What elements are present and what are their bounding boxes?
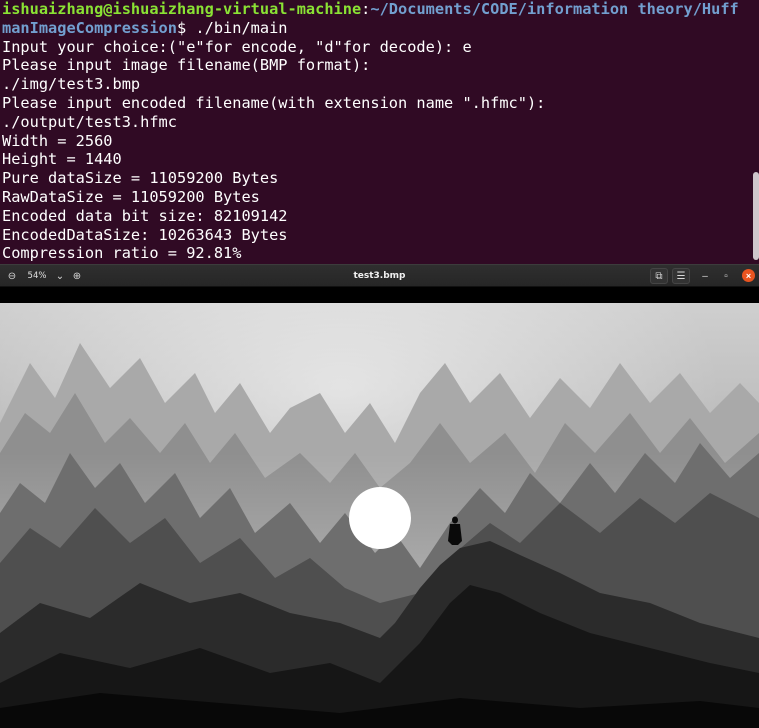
- output-line: ./output/test3.hfmc: [2, 112, 177, 131]
- output-line: RawDataSize = 11059200 Bytes: [2, 187, 260, 206]
- output-line: Please input image filename(BMP format):: [2, 56, 371, 75]
- minimize-icon[interactable]: –: [698, 268, 712, 284]
- terminal-scrollbar[interactable]: [753, 172, 759, 260]
- output-line: Width = 2560: [2, 131, 113, 150]
- output-line: ./img/test3.bmp: [2, 75, 141, 94]
- maximize-icon[interactable]: ▫: [719, 268, 733, 284]
- prompt-path-continued: manImageCompression: [2, 18, 177, 37]
- output-line: Pure dataSize = 11059200 Bytes: [2, 169, 279, 188]
- output-line: Please input encoded filename(with exten…: [2, 93, 546, 112]
- image-letterbox: [0, 287, 759, 303]
- prompt-user-host: ishuaizhang@ishuaizhang-virtual-machine: [2, 0, 362, 18]
- prompt-colon: :: [361, 0, 371, 18]
- terminal-output: ishuaizhang@ishuaizhang-virtual-machine:…: [2, 0, 745, 263]
- output-line: EncodedDataSize: 10263643 Bytes: [2, 225, 288, 244]
- prompt-line: ishuaizhang@ishuaizhang-virtual-machine:…: [2, 0, 745, 19]
- output-line: Encoded data bit size: 82109142: [2, 206, 288, 225]
- zoom-out-icon[interactable]: ⊖: [4, 268, 20, 284]
- prompt-symbol: $: [176, 18, 196, 37]
- image-viewer-window: ⊖ 54% ⌄ ⊕ test3.bmp ⧉ ☰ – ▫ ×: [0, 264, 759, 728]
- hamburger-menu-icon[interactable]: ☰: [672, 268, 690, 284]
- output-line: Input your choice:("e"for encode, "d"for…: [2, 37, 472, 56]
- prompt-line-continued: manImageCompression$ ./bin/main: [2, 19, 745, 38]
- prompt-path: ~/Documents/CODE/information theory/Huff: [370, 0, 739, 18]
- chevron-down-icon[interactable]: ⌄: [53, 268, 67, 284]
- command-text: ./bin/main: [195, 18, 288, 37]
- program-output: Input your choice:("e"for encode, "d"for…: [2, 38, 745, 264]
- zoom-in-icon[interactable]: ⊕: [69, 268, 85, 284]
- output-line: Compression ratio = 92.81%: [2, 244, 242, 263]
- slideshow-icon[interactable]: ⧉: [650, 268, 668, 284]
- mountain-landscape-image: [0, 303, 759, 728]
- window-title: test3.bmp: [353, 271, 406, 281]
- terminal-window[interactable]: ishuaizhang@ishuaizhang-virtual-machine:…: [0, 0, 759, 264]
- displayed-image[interactable]: [0, 303, 759, 728]
- zoom-level[interactable]: 54%: [22, 268, 52, 284]
- close-icon[interactable]: ×: [742, 269, 755, 282]
- output-line: Height = 1440: [2, 150, 122, 169]
- viewer-headerbar[interactable]: ⊖ 54% ⌄ ⊕ test3.bmp ⧉ ☰ – ▫ ×: [0, 264, 759, 287]
